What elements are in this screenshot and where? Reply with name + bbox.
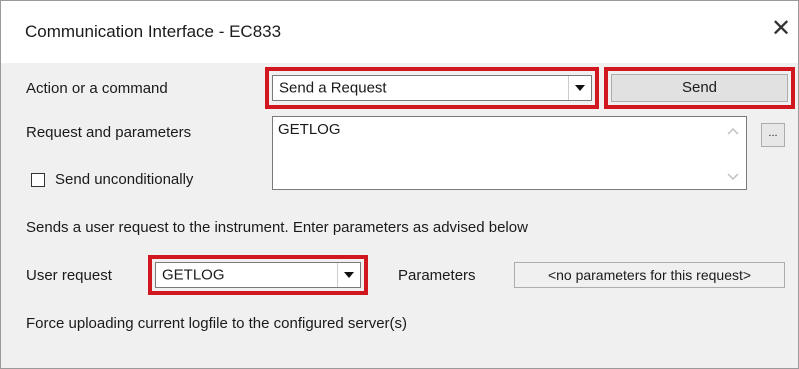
communication-interface-dialog: Communication Interface - EC833 ✕ Action…	[0, 0, 799, 369]
request-label: Request and parameters	[26, 124, 192, 141]
parameters-field: <no parameters for this request>	[514, 262, 785, 288]
request-parameters-textarea[interactable]: GETLOG	[272, 116, 747, 190]
action-dropdown[interactable]: Send a Request	[272, 75, 592, 101]
request-value: GETLOG	[278, 121, 341, 138]
action-label: Action or a command	[26, 80, 168, 97]
window-title: Communication Interface - EC833	[25, 22, 282, 41]
send-unconditionally-checkbox[interactable]	[31, 173, 45, 187]
send-unconditionally-label: Send unconditionally	[55, 171, 194, 188]
scrollbar-arrows-icon	[727, 127, 739, 181]
action-selected-value: Send a Request	[279, 79, 387, 97]
user-request-selected-value: GETLOG	[162, 266, 225, 284]
user-request-dropdown[interactable]: GETLOG	[155, 262, 361, 288]
request-scrollbar[interactable]	[720, 117, 746, 189]
title-bar: Communication Interface - EC833 ✕	[1, 1, 798, 63]
parameters-label: Parameters	[398, 267, 476, 284]
chevron-down-icon[interactable]	[337, 263, 360, 287]
browse-button[interactable]: ...	[761, 123, 785, 147]
close-icon[interactable]: ✕	[767, 15, 795, 43]
help-text: Force uploading current logfile to the c…	[26, 315, 408, 332]
user-request-label: User request	[26, 267, 112, 284]
chevron-down-icon[interactable]	[568, 76, 591, 100]
description-text: Sends a user request to the instrument. …	[26, 219, 528, 236]
send-button[interactable]: Send	[611, 74, 788, 102]
